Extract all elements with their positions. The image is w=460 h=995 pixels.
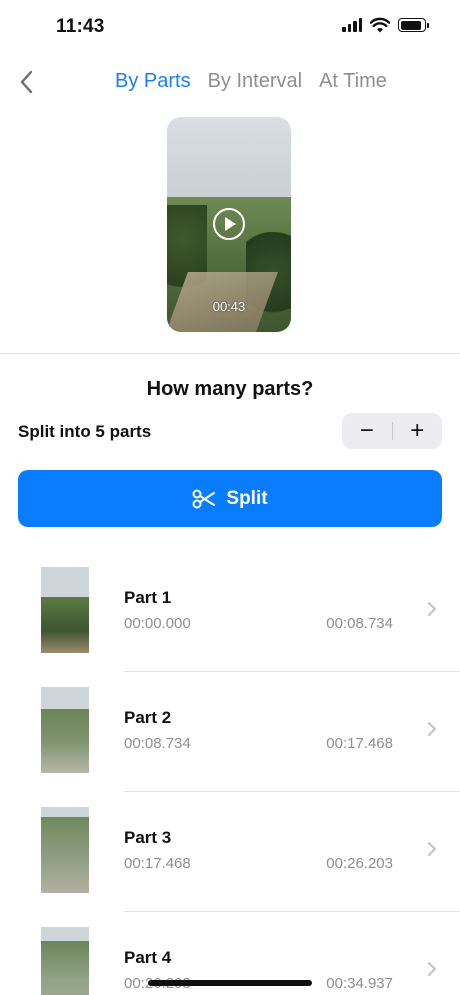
tab-by-interval[interactable]: By Interval [208,70,302,93]
part-end-time: 00:17.468 [326,735,393,752]
status-icons [342,17,429,33]
part-start-time: 00:08.734 [124,735,191,752]
chevron-right-icon [428,722,436,736]
parts-question: How many parts? [146,378,314,400]
nav-bar: By Parts By Interval At Time [0,58,460,106]
status-time: 11:43 [56,16,105,37]
part-thumbnail [41,687,89,773]
back-button[interactable] [12,68,40,96]
part-thumbnail [41,807,89,893]
battery-icon [398,18,429,32]
chevron-right-icon [428,842,436,856]
tab-by-parts[interactable]: By Parts [115,70,191,93]
scissors-icon [192,489,216,508]
part-title: Part 1 [124,588,172,607]
status-bar: 11:43 [0,0,460,54]
minus-icon: − [359,417,374,444]
part-row[interactable]: Part 3 00:17.468 00:26.203 [0,792,460,912]
split-button[interactable]: Split [18,470,442,527]
part-start-time: 00:17.468 [124,855,191,872]
increment-button[interactable]: + [393,413,443,449]
plus-icon: + [410,417,425,444]
wifi-icon [370,17,390,33]
mode-tabs: By Parts By Interval At Time [115,70,387,93]
cellular-signal-icon [342,18,362,32]
video-duration: 00:43 [212,299,246,314]
part-end-time: 00:34.937 [326,975,393,992]
chevron-left-icon [20,70,33,94]
parts-list: Part 1 00:00.000 00:08.734 Part 2 00:08.… [0,552,460,995]
part-thumbnail [41,567,89,653]
part-title: Part 3 [124,828,172,847]
preview-sky [167,117,291,197]
part-thumbnail [41,927,89,995]
part-row[interactable]: Part 2 00:08.734 00:17.468 [0,672,460,792]
tab-at-time[interactable]: At Time [319,70,387,93]
part-start-time: 00:00.000 [124,615,191,632]
video-preview[interactable]: 00:43 [167,117,291,332]
split-button-label: Split [226,487,268,509]
part-end-time: 00:26.203 [326,855,393,872]
play-icon[interactable] [213,208,245,240]
decrement-button[interactable]: − [342,413,392,449]
part-row[interactable]: Part 1 00:00.000 00:08.734 [0,552,460,672]
chevron-right-icon [428,962,436,976]
chevron-right-icon [428,602,436,616]
parts-stepper: − + [342,413,442,449]
part-title: Part 2 [124,708,172,727]
part-title: Part 4 [124,948,172,967]
section-divider [0,353,460,354]
home-indicator[interactable] [148,980,312,986]
part-end-time: 00:08.734 [326,615,393,632]
split-count-label: Split into 5 parts [18,422,152,441]
